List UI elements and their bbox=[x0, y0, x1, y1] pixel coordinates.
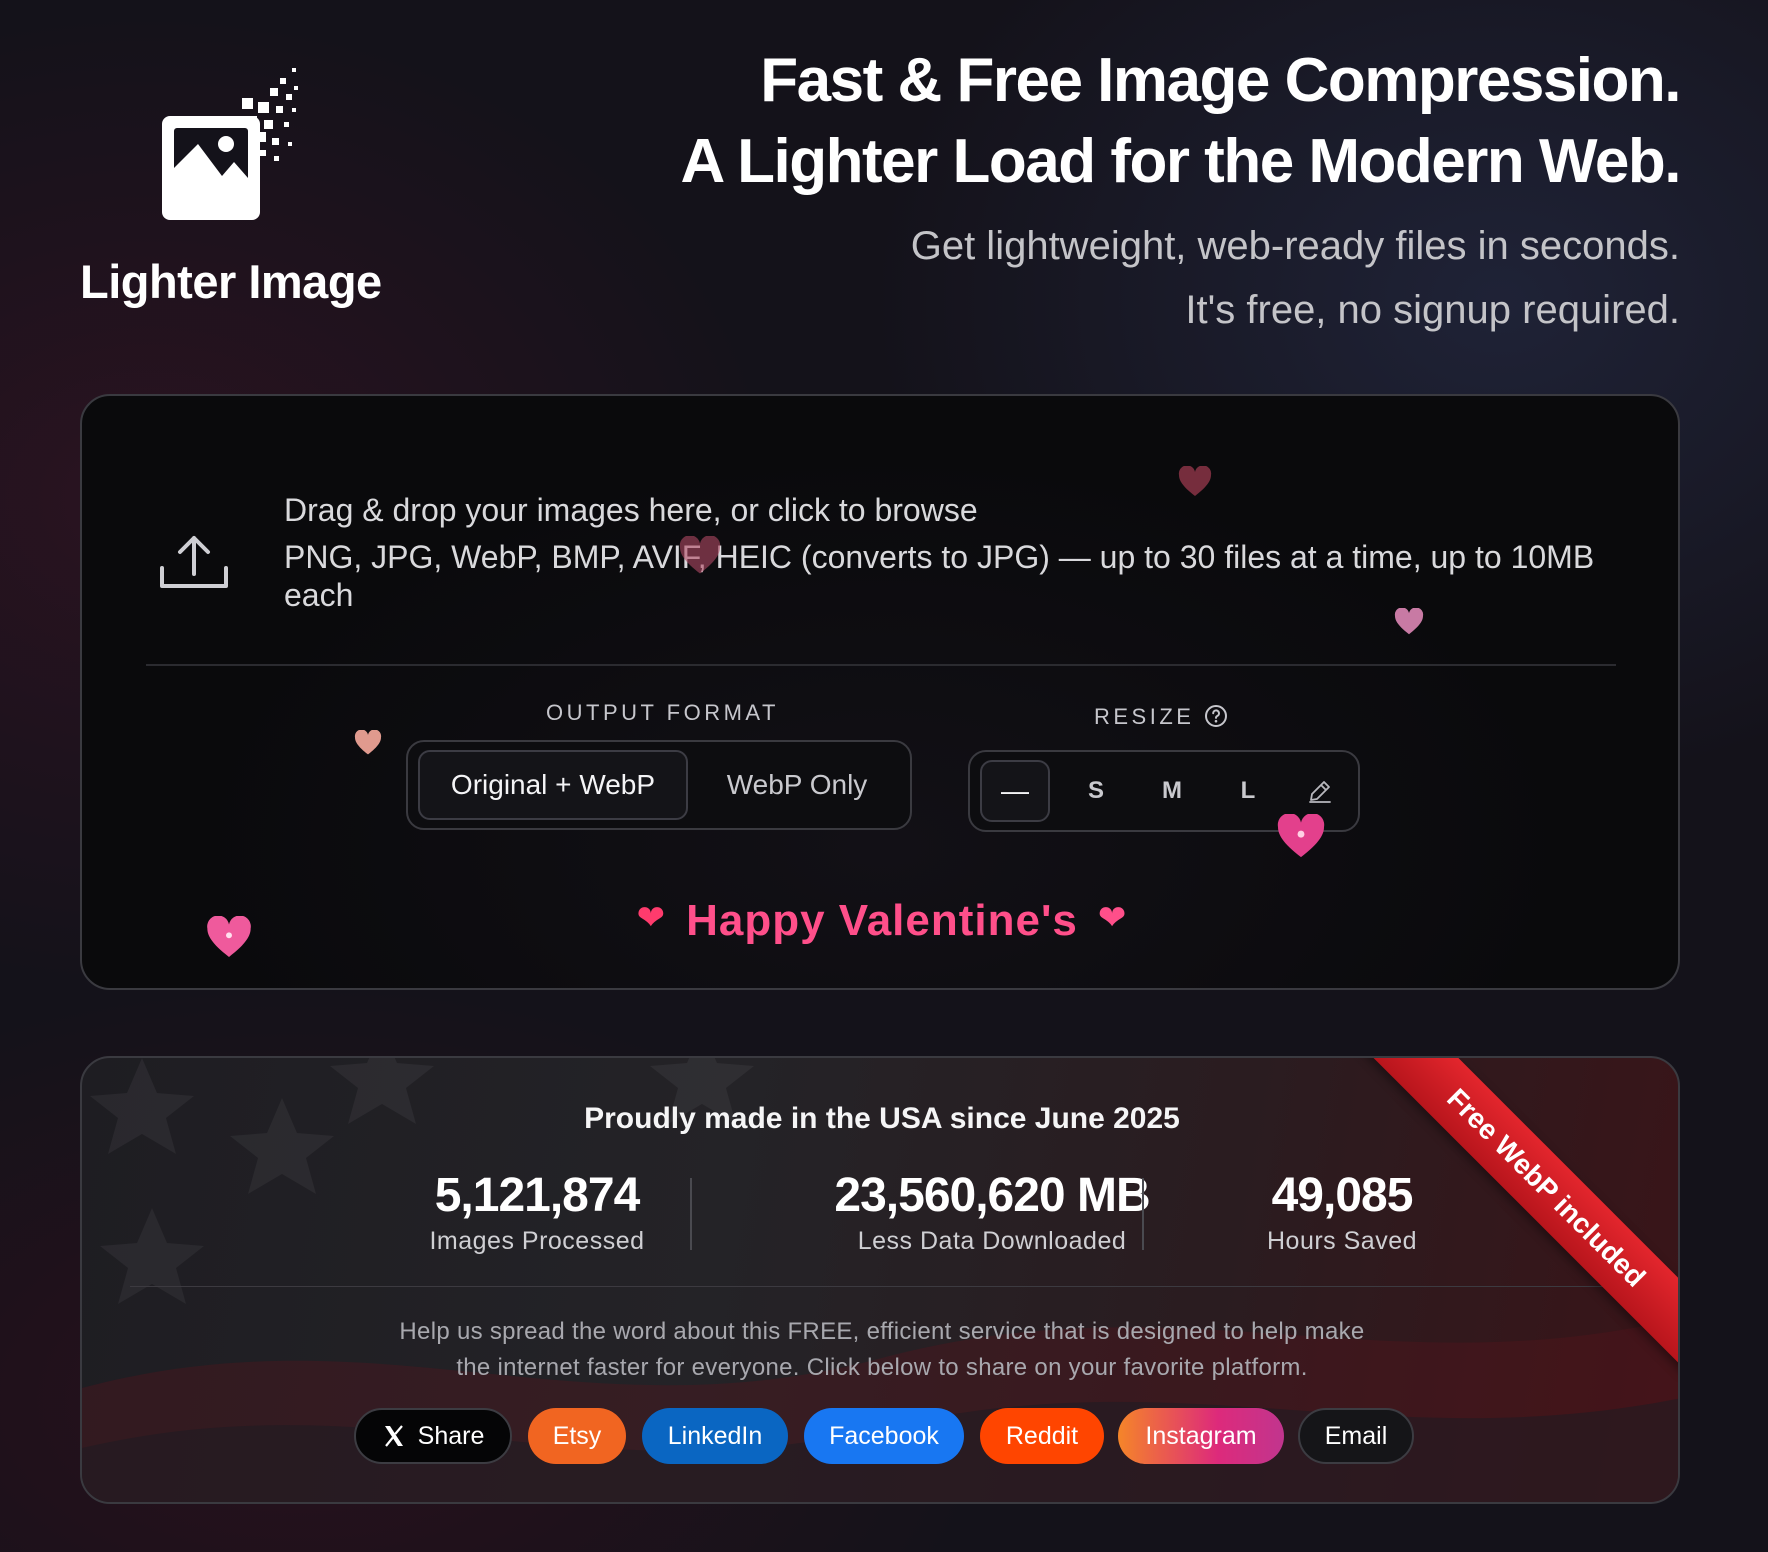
resize-label: RESIZE bbox=[1094, 704, 1195, 729]
share-x-label: Share bbox=[417, 1421, 485, 1450]
stat-value: 5,121,874 bbox=[434, 1169, 641, 1222]
stat-divider bbox=[690, 1178, 692, 1250]
resize-small-option[interactable]: S bbox=[1066, 760, 1126, 822]
share-facebook-button[interactable]: Facebook bbox=[804, 1408, 964, 1464]
floating-heart-icon bbox=[679, 536, 721, 574]
stat-value: 23,560,620 MB bbox=[834, 1169, 1150, 1222]
question-circle-icon[interactable] bbox=[1204, 704, 1228, 728]
hero: Fast & Free Image Compression. A Lighter… bbox=[680, 40, 1681, 342]
heart-icon: ❤ bbox=[636, 899, 667, 937]
drop-title: Drag & drop your images here, or click t… bbox=[284, 492, 978, 528]
share-prompt-line-1: Help us spread the word about this FREE,… bbox=[399, 1318, 1365, 1345]
floating-heart-icon bbox=[1394, 608, 1424, 635]
share-instagram-button[interactable]: Instagram bbox=[1118, 1408, 1284, 1464]
share-reddit-button[interactable]: Reddit bbox=[980, 1408, 1104, 1464]
hero-headline-2: A Lighter Load for the Modern Web. bbox=[680, 127, 1681, 196]
divider bbox=[146, 664, 1616, 666]
hero-headline-1: Fast & Free Image Compression. bbox=[760, 46, 1681, 115]
resize-medium-option[interactable]: M bbox=[1142, 760, 1202, 822]
stat-images-processed: 5,121,874 Images Processed bbox=[402, 1168, 672, 1256]
floating-heart-icon bbox=[1277, 814, 1325, 858]
x-logo-icon bbox=[384, 1425, 403, 1447]
drop-zone[interactable]: Drag & drop your images here, or click t… bbox=[82, 396, 1678, 666]
output-format-label: OUTPUT FORMAT bbox=[546, 700, 779, 725]
stat-value: 49,085 bbox=[1271, 1169, 1414, 1222]
floating-heart-icon bbox=[354, 730, 382, 755]
resize-custom-option[interactable] bbox=[1290, 760, 1350, 822]
stat-label: Images Processed bbox=[429, 1227, 645, 1255]
format-original-webp-option[interactable]: Original + WebP bbox=[418, 750, 688, 820]
share-linkedin-button[interactable]: LinkedIn bbox=[642, 1408, 788, 1464]
share-email-button[interactable]: Email bbox=[1298, 1408, 1414, 1464]
output-format-selector: Original + WebP WebP Only bbox=[406, 740, 912, 830]
share-buttons: Share Etsy LinkedIn Facebook Reddit Inst… bbox=[82, 1408, 1678, 1464]
floating-heart-icon bbox=[1178, 466, 1212, 496]
divider bbox=[130, 1286, 1630, 1287]
brand-name: Lighter Image bbox=[80, 255, 382, 308]
valentine-banner: ❤ Happy Valentine's ❤ bbox=[82, 896, 1678, 946]
hero-subtitle-2: It's free, no signup required. bbox=[1185, 288, 1680, 332]
pencil-icon bbox=[1309, 781, 1331, 803]
stat-data-saved: 23,560,620 MB Less Data Downloaded bbox=[762, 1168, 1222, 1256]
share-x-button[interactable]: Share bbox=[354, 1408, 512, 1464]
drop-hint: PNG, JPG, WebP, BMP, AVIF, HEIC (convert… bbox=[284, 539, 1595, 613]
format-webp-only-option[interactable]: WebP Only bbox=[694, 750, 900, 820]
stat-label: Hours Saved bbox=[1266, 1227, 1418, 1255]
valentine-text: Happy Valentine's bbox=[686, 896, 1078, 945]
resize-large-option[interactable]: L bbox=[1218, 760, 1278, 822]
heart-icon: ❤ bbox=[1097, 899, 1128, 937]
image-pixel-dissolve-icon bbox=[162, 68, 298, 220]
upload-icon bbox=[160, 536, 228, 588]
stat-divider bbox=[1142, 1178, 1144, 1250]
stat-label: Less Data Downloaded bbox=[857, 1227, 1127, 1255]
upload-panel: Drag & drop your images here, or click t… bbox=[80, 394, 1680, 990]
stat-hours-saved: 49,085 Hours Saved bbox=[1192, 1168, 1492, 1256]
share-prompt-line-2: the internet faster for everyone. Click … bbox=[456, 1354, 1308, 1381]
stats-panel: Proudly made in the USA since June 2025 … bbox=[80, 1056, 1680, 1504]
share-prompt: Help us spread the word about this FREE,… bbox=[82, 1314, 1678, 1386]
hero-subtitle-1: Get lightweight, web-ready files in seco… bbox=[910, 224, 1680, 268]
share-etsy-button[interactable]: Etsy bbox=[528, 1408, 626, 1464]
resize-none-option[interactable]: — bbox=[980, 760, 1050, 822]
floating-heart-icon bbox=[207, 916, 251, 957]
